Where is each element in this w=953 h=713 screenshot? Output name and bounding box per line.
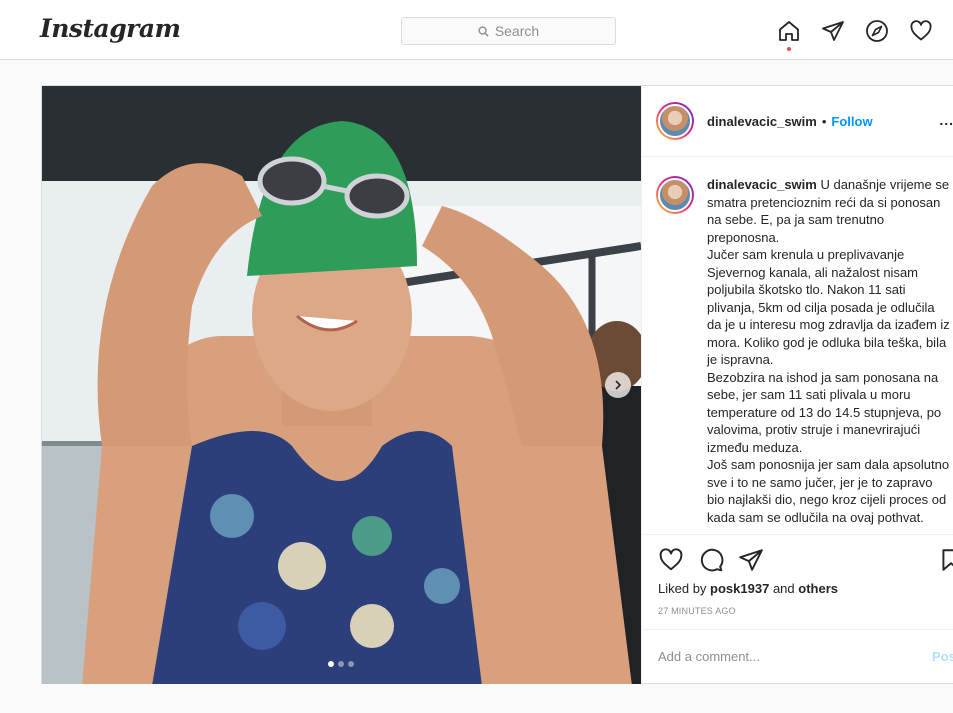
liked-by-and: and: [772, 581, 795, 596]
carousel-dot: [328, 661, 334, 667]
search-icon: [478, 25, 489, 37]
notification-dot: [787, 47, 791, 51]
swimmer-photo: [42, 86, 641, 684]
post-sidebar: dinalevacic_swim • Follow ... dinalevaci…: [641, 86, 953, 684]
avatar[interactable]: [656, 102, 694, 140]
post-comment-button[interactable]: Post: [932, 649, 953, 664]
comment-icon[interactable]: [698, 547, 724, 573]
post-timestamp[interactable]: 27 MINUTES AGO: [658, 606, 736, 616]
direct-icon[interactable]: [821, 19, 845, 43]
explore-icon[interactable]: [865, 19, 889, 43]
chevron-right-icon: [615, 380, 622, 390]
liked-by-prefix: Liked by: [658, 581, 707, 596]
home-icon[interactable]: [777, 19, 801, 43]
activity-icon[interactable]: [909, 19, 933, 43]
liked-by-others[interactable]: others: [798, 581, 838, 596]
comment-box: Add a comment... Post: [642, 629, 953, 685]
carousel-indicator: [328, 661, 354, 667]
share-icon[interactable]: [738, 547, 764, 573]
more-options-button[interactable]: ...: [939, 112, 953, 128]
carousel-dot: [348, 661, 354, 667]
post-header: dinalevacic_swim • Follow ...: [642, 86, 953, 157]
next-photo-button[interactable]: [605, 372, 631, 398]
post-card: dinalevacic_swim • Follow ... dinalevaci…: [41, 85, 953, 684]
liked-by-user[interactable]: posk1937: [710, 581, 769, 596]
save-icon[interactable]: [938, 547, 953, 573]
username-link[interactable]: dinalevacic_swim: [707, 114, 817, 129]
caption-username[interactable]: dinalevacic_swim: [707, 177, 817, 192]
caption-paragraph: Još sam ponosnija jer sam dala apsolutno…: [707, 457, 950, 525]
comment-input[interactable]: Add a comment...: [658, 649, 760, 664]
like-icon[interactable]: [658, 547, 684, 573]
post-photo[interactable]: [42, 86, 641, 684]
caption-area[interactable]: dinalevacic_swim U današnje vrijeme se s…: [642, 157, 953, 534]
search-placeholder: Search: [494, 23, 540, 39]
follow-button[interactable]: Follow: [831, 114, 872, 129]
carousel-dot: [338, 661, 344, 667]
separator-dot: •: [821, 113, 827, 129]
caption-paragraph: Jučer sam krenula u preplivavanje Sjever…: [707, 247, 950, 367]
search-input[interactable]: Search: [401, 17, 616, 45]
post-actions: Liked by posk1937 and others 27 MINUTES …: [642, 534, 953, 684]
likes-summary: Liked by posk1937 and others: [658, 581, 838, 596]
avatar[interactable]: [656, 176, 694, 214]
caption-paragraph: Bezobzira na ishod ja sam ponosana na se…: [707, 369, 942, 455]
instagram-logo[interactable]: Instagram: [40, 14, 181, 43]
post-caption: dinalevacic_swim U današnje vrijeme se s…: [707, 176, 952, 534]
top-navbar: Instagram Search: [0, 0, 953, 60]
